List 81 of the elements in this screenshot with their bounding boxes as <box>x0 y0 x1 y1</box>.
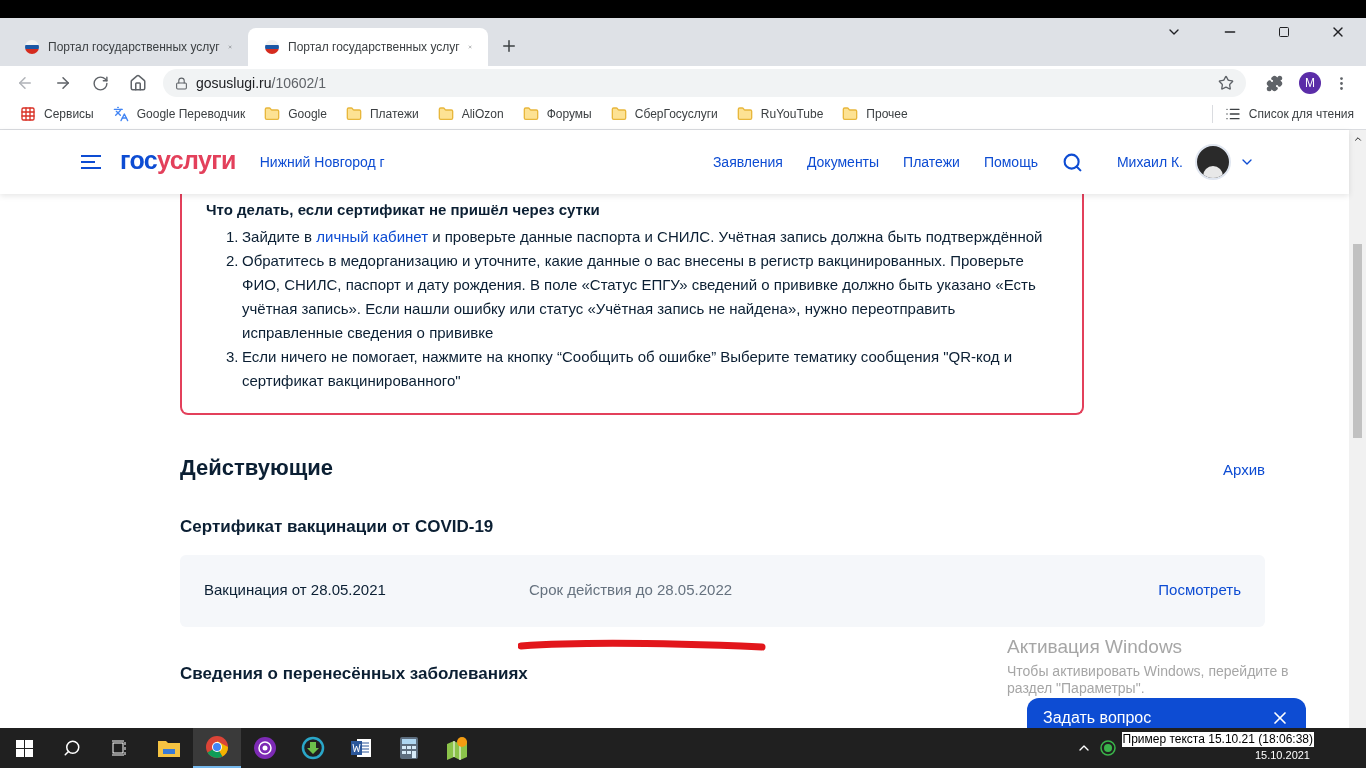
flag-icon <box>24 39 40 55</box>
user-name[interactable]: Михаил К. <box>1116 151 1183 173</box>
folder-icon <box>437 105 454 122</box>
search-icon[interactable] <box>63 739 81 757</box>
user-avatar[interactable] <box>1195 144 1231 180</box>
bookmark[interactable]: AliOzon <box>437 104 504 123</box>
taskbar-app[interactable] <box>193 728 241 768</box>
translate-icon <box>112 105 129 122</box>
bookmark[interactable]: Google Переводчик <box>112 104 246 123</box>
folder-icon <box>157 738 181 758</box>
bookmark[interactable]: СберГосуслуги <box>610 104 718 123</box>
folder-icon <box>522 105 539 122</box>
folder-icon <box>610 105 627 122</box>
archive-link[interactable]: Архив <box>1222 459 1265 482</box>
step-number: 1. <box>226 227 236 247</box>
nav-link[interactable]: Заявления <box>712 151 783 173</box>
scrollbar-thumb[interactable] <box>1353 244 1362 438</box>
reload-icon[interactable] <box>92 74 109 92</box>
flag-icon <box>264 39 280 55</box>
step-text: Зайдите в личный кабинет и проверьте данные паспорта и СНИЛС. Учётная запись должна быть подтверждённой <box>241 227 1044 247</box>
nav-link[interactable]: Помощь <box>983 151 1038 173</box>
view-link[interactable]: Посмотреть <box>1158 579 1241 602</box>
folder-icon <box>264 105 281 122</box>
tab-title: Портал государственных услуг <box>288 39 460 56</box>
shield-icon[interactable] <box>1099 740 1116 756</box>
browser-tab[interactable]: Портал государственных услуг <box>248 28 488 66</box>
download-icon <box>301 736 325 760</box>
tooltip: Пример текста 15.10.21 (18:06:38) <box>1121 732 1314 748</box>
step-text: Если ничего не помогает, нажмите на кнопку “Сообщить об ошибке” Выберите тематику сообщения "QR-код и сертификат вакцинированного" <box>241 347 1014 391</box>
notice-title: Что делать, если сертификат не пришёл через сутки <box>206 200 601 220</box>
bookmark[interactable]: Платежи <box>345 104 419 123</box>
browser-tab[interactable]: Портал государственных услуг <box>8 28 248 66</box>
activation-title: Активация Windows <box>1007 635 1184 659</box>
folder-icon <box>842 105 859 122</box>
bookmark[interactable]: Google <box>264 104 327 123</box>
profile-link[interactable]: личный кабинет <box>316 228 429 245</box>
folder-icon <box>345 105 362 122</box>
activation-text: Чтобы активировать Windows, перейдите в раздел "Параметры". <box>1007 662 1290 698</box>
folder-icon <box>736 105 753 122</box>
validity-date: Срок действия до 28.05.2022 <box>529 580 733 601</box>
bookmark[interactable]: Прочее <box>842 104 908 123</box>
clock-date: 15.10.2021 <box>1254 748 1310 764</box>
site-logo[interactable]: госуслуги <box>120 147 236 173</box>
section-title: Действующие <box>180 454 334 482</box>
windows-icon[interactable] <box>16 739 33 757</box>
home-icon[interactable] <box>129 74 147 92</box>
chrome-icon <box>205 735 229 759</box>
task-view-icon[interactable] <box>111 740 129 756</box>
reading-list[interactable]: Список для чтения <box>1211 104 1354 123</box>
star-icon[interactable] <box>1218 75 1234 91</box>
step-number: 2. <box>226 251 236 271</box>
subsection-title: Сертификат вакцинации от COVID-19 <box>180 516 495 538</box>
document-icon <box>349 736 373 760</box>
address-bar[interactable]: gosuslugi.ru/10602/1 <box>163 69 1246 97</box>
menu-icon[interactable] <box>80 154 102 170</box>
forward-icon[interactable] <box>54 74 72 92</box>
step-number: 3. <box>226 347 236 367</box>
maximize-icon[interactable] <box>1278 26 1290 38</box>
apps-icon <box>20 105 36 122</box>
vaccination-date: Вакцинация от 28.05.2021 <box>204 580 387 601</box>
step-text: Обратитесь в медорганизацию и уточните, какие данные о вас внесены в регистр вакцинированных. Проверьте ФИО, СНИЛС, паспорт и дату рождения. В поле «Статус ЕПГУ» сведений о прививке должно быть указано «Есть учётная запись». Если нашли ошибку или статус «Учётная запись не найдена», нужно переотправить исправленные сведения о прививке <box>241 251 1037 343</box>
nav-link[interactable]: Документы <box>806 151 880 173</box>
bookmark[interactable]: Форумы <box>522 104 592 123</box>
scrollbar[interactable] <box>1349 130 1366 728</box>
scroll-up-icon[interactable] <box>1352 134 1363 144</box>
section-title: Сведения о перенесённых заболеваниях <box>180 662 528 685</box>
tab-title: Портал государственных услуг <box>48 39 220 56</box>
search-icon[interactable] <box>1061 151 1083 173</box>
url-path: /10602/1 <box>271 73 326 93</box>
url-host: gosuslugi.ru <box>196 73 272 93</box>
bookmark[interactable]: RuYouTube <box>736 104 824 123</box>
region-link[interactable]: Нижний Новгород г <box>259 151 385 173</box>
nav-link[interactable]: Платежи <box>903 151 960 173</box>
lock-icon <box>175 76 188 90</box>
new-tab-icon[interactable] <box>500 37 518 55</box>
profile-avatar[interactable]: M <box>1299 72 1321 94</box>
certificate-row[interactable]: Вакцинация от 28.05.2021 Срок действия до 28.05.2022 Посмотреть <box>180 554 1265 627</box>
map-icon <box>445 736 469 760</box>
extensions-icon[interactable] <box>1266 74 1283 92</box>
bookmark[interactable]: Сервисы <box>20 104 94 123</box>
calculator-icon <box>399 736 419 760</box>
